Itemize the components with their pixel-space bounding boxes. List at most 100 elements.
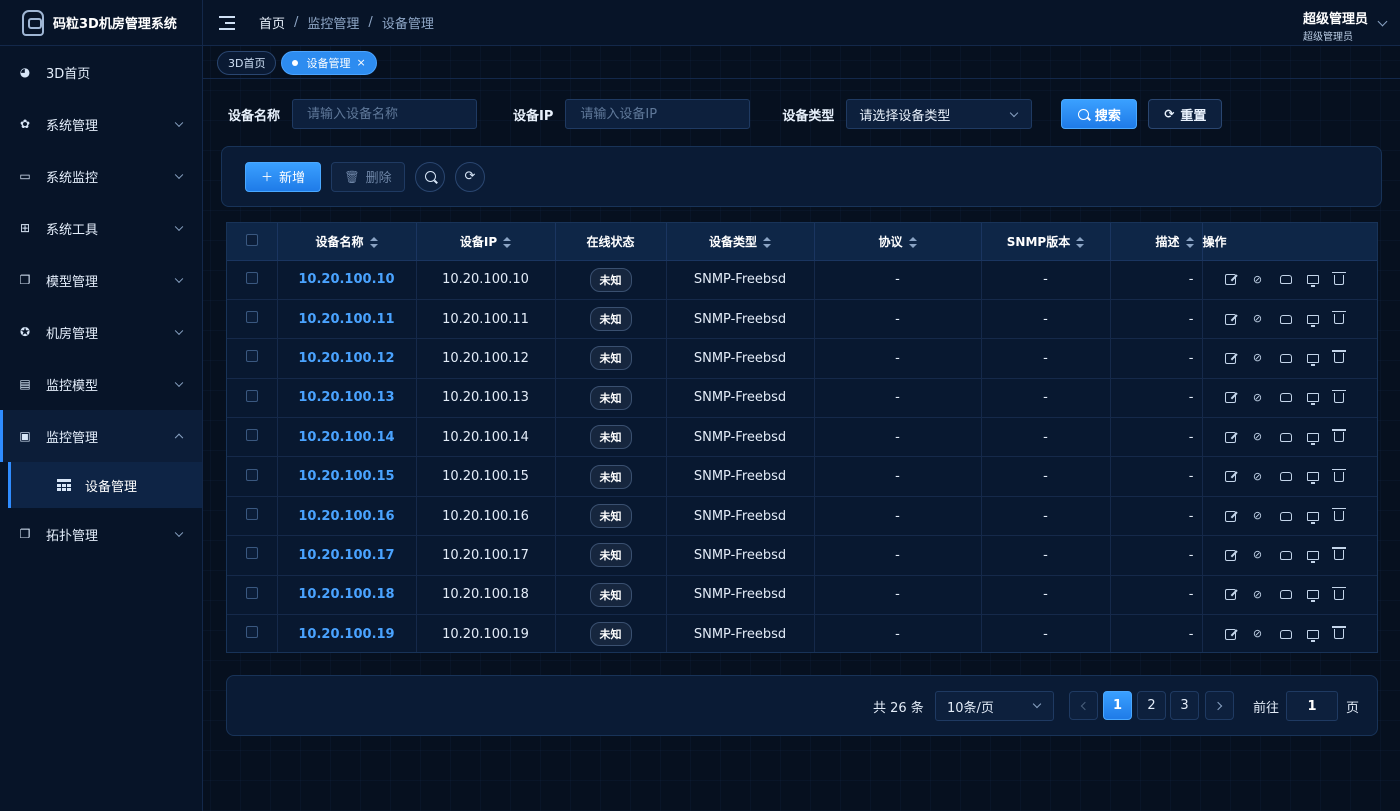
device-name-link[interactable]: 10.20.100.10 — [277, 260, 417, 300]
device-name-link[interactable]: 10.20.100.19 — [277, 614, 417, 652]
sidebar-item-2[interactable]: ▭ 系统监控 — [0, 150, 202, 202]
device-name-link[interactable]: 10.20.100.18 — [277, 575, 417, 616]
row-checkbox[interactable] — [245, 311, 258, 324]
search-button[interactable]: 搜索 — [1061, 99, 1138, 129]
reset-button[interactable]: ⟳ 重置 — [1148, 99, 1223, 129]
device-name-input[interactable] — [292, 99, 478, 129]
edit-icon[interactable] — [1224, 313, 1236, 325]
device-name-link[interactable]: 10.20.100.13 — [277, 378, 417, 419]
trash-icon[interactable] — [1331, 468, 1346, 482]
refresh-table-button[interactable]: ⟳ — [455, 161, 485, 192]
sidebar-item-5[interactable]: ✪ 机房管理 — [0, 306, 202, 358]
sidebar-subitem-device-management[interactable]: 设备管理 — [8, 462, 202, 508]
device-name-link[interactable]: 10.20.100.12 — [277, 338, 417, 379]
monitor-icon[interactable] — [1306, 314, 1319, 327]
link-icon[interactable] — [1251, 430, 1265, 444]
sort-icon[interactable] — [763, 236, 771, 248]
device-name-link[interactable]: 10.20.100.15 — [277, 456, 417, 497]
box-icon[interactable] — [1279, 314, 1292, 324]
box-icon[interactable] — [1279, 590, 1292, 600]
edit-icon[interactable] — [1224, 471, 1236, 483]
page-button-3[interactable]: 3 — [1170, 691, 1199, 720]
link-icon[interactable] — [1251, 470, 1265, 484]
page-button-1[interactable]: 1 — [1103, 691, 1132, 720]
edit-icon[interactable] — [1224, 510, 1236, 522]
column-header-ip[interactable]: 设备IP — [416, 223, 556, 261]
trash-icon[interactable] — [1331, 626, 1346, 640]
row-checkbox[interactable] — [245, 626, 258, 639]
sidebar-item-6[interactable]: ▤ 监控模型 — [0, 358, 202, 410]
page-button-2[interactable]: 2 — [1137, 691, 1166, 720]
box-icon[interactable] — [1279, 472, 1292, 482]
monitor-icon[interactable] — [1306, 550, 1319, 563]
link-icon[interactable] — [1251, 391, 1265, 405]
edit-icon[interactable] — [1224, 628, 1236, 640]
sort-icon[interactable] — [1076, 236, 1085, 248]
trash-icon[interactable] — [1331, 547, 1346, 561]
user-menu[interactable]: 超级管理员 超级管理员 — [1303, 8, 1368, 43]
prev-page-button[interactable] — [1069, 691, 1098, 720]
edit-icon[interactable] — [1224, 274, 1236, 286]
link-icon[interactable] — [1251, 509, 1265, 523]
monitor-icon[interactable] — [1306, 511, 1319, 524]
box-icon[interactable] — [1279, 393, 1292, 403]
device-ip-input[interactable] — [565, 99, 751, 129]
row-checkbox[interactable] — [245, 547, 258, 560]
device-name-link[interactable]: 10.20.100.14 — [277, 417, 417, 458]
link-icon[interactable] — [1251, 312, 1265, 326]
device-name-link[interactable]: 10.20.100.16 — [277, 496, 417, 537]
row-checkbox[interactable] — [245, 271, 258, 284]
tag-3d-home[interactable]: 3D首页 — [217, 50, 277, 75]
chevron-down-icon[interactable] — [1377, 16, 1388, 27]
column-header-type[interactable]: 设备类型 — [666, 223, 815, 261]
toggle-search-button[interactable] — [415, 161, 445, 192]
sidebar-item-7[interactable]: ▣ 监控管理 — [0, 410, 202, 462]
sidebar-item-3[interactable]: ⊞ 系统工具 — [0, 202, 202, 254]
row-checkbox[interactable] — [245, 508, 258, 521]
sidebar-item-4[interactable]: ❐ 模型管理 — [0, 254, 202, 306]
menu-fold-icon[interactable] — [219, 15, 237, 30]
sort-icon[interactable] — [503, 236, 512, 248]
box-icon[interactable] — [1279, 432, 1292, 442]
page-size-select[interactable]: 10条/页 — [935, 691, 1054, 721]
trash-icon[interactable] — [1331, 311, 1346, 325]
column-header-snmp[interactable]: SNMP版本 — [981, 223, 1111, 261]
row-checkbox[interactable] — [245, 586, 258, 599]
link-icon[interactable] — [1251, 273, 1265, 287]
box-icon[interactable] — [1279, 511, 1292, 521]
row-checkbox[interactable] — [245, 429, 258, 442]
goto-page-input[interactable] — [1286, 691, 1338, 721]
box-icon[interactable] — [1279, 629, 1292, 639]
tag-device-management[interactable]: 设备管理 × — [281, 50, 377, 75]
monitor-icon[interactable] — [1306, 432, 1319, 445]
row-checkbox[interactable] — [245, 350, 258, 363]
column-header-desc[interactable]: 描述 — [1110, 223, 1203, 261]
monitor-icon[interactable] — [1306, 629, 1319, 642]
edit-icon[interactable] — [1224, 431, 1236, 443]
monitor-icon[interactable] — [1306, 353, 1319, 366]
sort-icon[interactable] — [908, 236, 917, 248]
app-logo[interactable]: 码粒3D机房管理系统 — [0, 0, 202, 46]
monitor-icon[interactable] — [1306, 393, 1319, 406]
edit-icon[interactable] — [1224, 589, 1236, 601]
next-page-button[interactable] — [1205, 691, 1234, 720]
trash-icon[interactable] — [1331, 271, 1346, 285]
monitor-icon[interactable] — [1306, 590, 1319, 603]
device-name-link[interactable]: 10.20.100.11 — [277, 299, 417, 340]
edit-icon[interactable] — [1224, 392, 1236, 404]
sort-icon[interactable] — [369, 236, 378, 248]
column-header-protocol[interactable]: 协议 — [814, 223, 982, 261]
link-icon[interactable] — [1251, 548, 1265, 562]
column-header-name[interactable]: 设备名称 — [277, 223, 417, 261]
monitor-icon[interactable] — [1306, 275, 1319, 288]
add-button[interactable]: ＋ 新增 — [245, 161, 321, 192]
edit-icon[interactable] — [1224, 549, 1236, 561]
box-icon[interactable] — [1279, 275, 1292, 285]
link-icon[interactable] — [1251, 588, 1265, 602]
trash-icon[interactable] — [1331, 429, 1346, 443]
device-type-select[interactable]: 请选择设备类型 — [846, 99, 1033, 129]
trash-icon[interactable] — [1331, 389, 1346, 403]
link-icon[interactable] — [1251, 351, 1265, 365]
box-icon[interactable] — [1279, 550, 1292, 560]
trash-icon[interactable] — [1331, 508, 1346, 522]
